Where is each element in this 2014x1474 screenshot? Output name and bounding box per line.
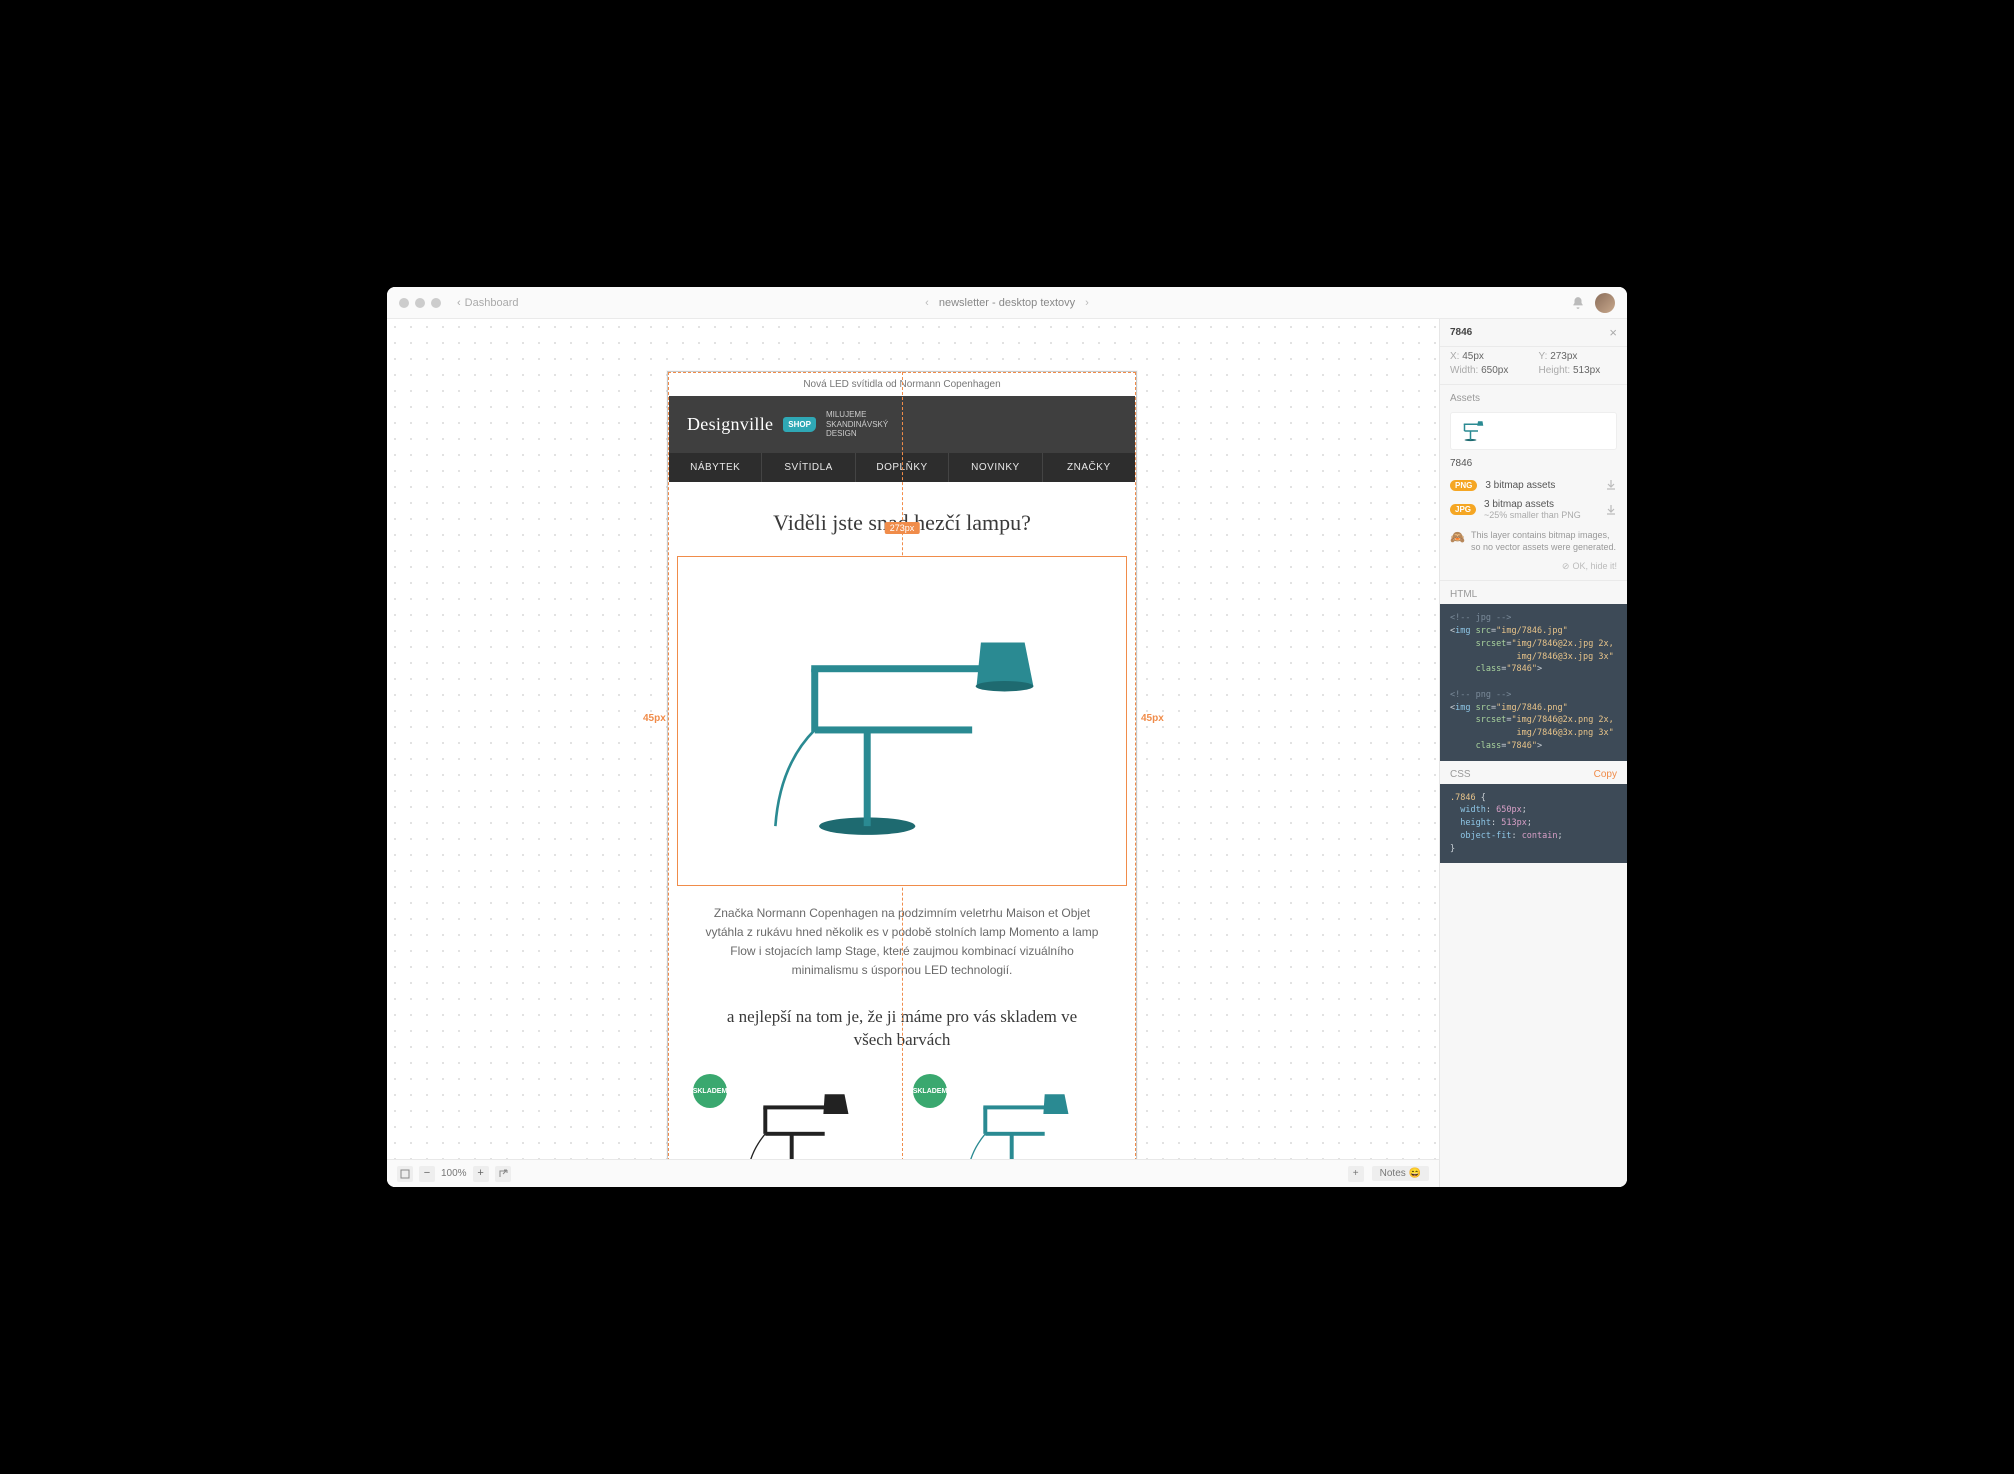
brand-logo: Designville [687,414,773,435]
png-badge: PNG [1450,480,1477,491]
assets-title: Assets [1440,385,1627,408]
main-area: 45px 45px 273px Nová LED svítidla od Nor… [387,319,1627,1187]
html-section-label: HTML [1440,581,1627,604]
copy-css-button[interactable]: Copy [1594,769,1617,780]
back-label: Dashboard [465,297,519,309]
artboard[interactable]: 273px Nová LED svítidla od Normann Copen… [667,371,1137,1187]
html-code-block[interactable]: <!-- jpg --> <img src="img/7846.jpg" src… [1440,604,1627,760]
layer-name: 7846 [1450,327,1472,338]
distance-left: 45px [643,713,666,724]
stock-badge: SKLADEM [693,1074,727,1108]
zoom-level: 100% [441,1168,467,1179]
back-nav[interactable]: ‹ Dashboard [457,297,519,309]
app-window: ‹ Dashboard ‹ newsletter - desktop texto… [387,287,1627,1187]
inspector-panel: 7846 × X: 45px Y: 273px Width: 650px Hei… [1439,319,1627,1187]
brand-shop-badge: SHOP [783,417,816,432]
layer-metrics: X: 45px Y: 273px Width: 650px Height: 51… [1440,347,1627,385]
notifications-icon[interactable] [1571,296,1585,310]
nav-item[interactable]: SVÍTIDLA [761,453,854,482]
bitmap-info: 🙈 This layer contains bitmap images, so … [1440,524,1627,559]
traffic-lights[interactable] [399,298,441,308]
hide-info-button[interactable]: ⊘OK, hide it! [1440,559,1627,581]
stock-badge: SKLADEM [913,1074,947,1108]
asset-png-row[interactable]: PNG 3 bitmap assets [1440,475,1627,495]
titlebar: ‹ Dashboard ‹ newsletter - desktop texto… [387,287,1627,319]
zoom-in-button[interactable]: + [473,1166,489,1182]
download-icon[interactable] [1605,504,1617,516]
css-code-block[interactable]: .7846 { width: 650px; height: 513px; obj… [1440,784,1627,864]
asset-name: 7846 [1440,454,1627,475]
lamp-illustration [723,590,1081,852]
download-icon[interactable] [1605,479,1617,491]
bottom-toolbar: − 100% + + Notes 😄 [387,1159,1439,1187]
css-section-label: CSS Copy [1440,761,1627,784]
doc-name: newsletter - desktop textovy [939,297,1075,309]
close-inspector-icon[interactable]: × [1609,325,1617,340]
prev-doc-chevron[interactable]: ‹ [925,297,929,309]
canvas[interactable]: 45px 45px 273px Nová LED svítidla od Nor… [387,319,1439,1187]
document-title: ‹ newsletter - desktop textovy › [925,297,1089,309]
brand-tagline: MILUJEME SKANDINÁVSKÝ DESIGN [826,410,888,439]
user-avatar[interactable] [1595,293,1615,313]
lamp-preview-icon [1457,418,1487,444]
nav-item[interactable]: NÁBYTEK [669,453,761,482]
add-note-button[interactable]: + [1348,1166,1364,1182]
asset-preview[interactable] [1450,412,1617,450]
asset-jpg-row[interactable]: JPG 3 bitmap assets ~25% smaller than PN… [1440,495,1627,524]
chevron-left-icon: ‹ [457,297,461,309]
distance-right: 45px [1141,713,1164,724]
zoom-out-button[interactable]: − [419,1166,435,1182]
hero-image-selected[interactable] [677,556,1127,886]
nav-item[interactable]: NOVINKY [948,453,1041,482]
nav-item[interactable]: ZNAČKY [1042,453,1135,482]
notes-button[interactable]: Notes 😄 [1372,1166,1429,1181]
measurement-y-badge: 273px [885,522,920,534]
fit-screen-button[interactable] [397,1166,413,1182]
info-emoji-icon: 🙈 [1450,530,1465,553]
next-doc-chevron[interactable]: › [1085,297,1089,309]
inspector-header: 7846 × [1440,319,1627,347]
zoom-controls: − 100% + [419,1166,489,1182]
jpg-badge: JPG [1450,504,1476,515]
popout-button[interactable] [495,1166,511,1182]
